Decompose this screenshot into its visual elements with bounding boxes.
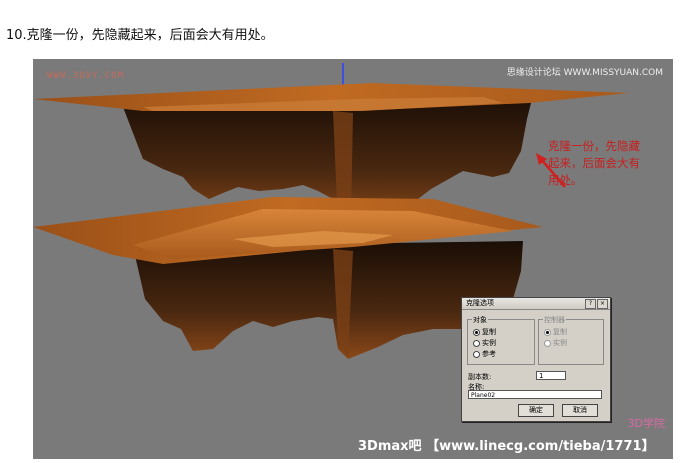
radio-button — [544, 328, 551, 336]
logo-watermark: 3D学院 — [627, 417, 665, 430]
close-button[interactable]: × — [597, 299, 608, 309]
3d-viewport[interactable]: WWW.3DXY.COM 思缘设计论坛 WWW.MISSYUAN.COM 克隆一… — [33, 59, 673, 459]
controller-group-label: 控制器 — [543, 315, 566, 325]
radio-instance[interactable]: 实例 — [473, 338, 496, 348]
cancel-button[interactable]: 取消 — [562, 404, 598, 417]
dialog-title-bar: 克隆选项 ? × — [462, 298, 610, 310]
radio-button — [544, 339, 551, 347]
ok-button[interactable]: 确定 — [518, 404, 554, 417]
dialog-title: 克隆选项 — [466, 299, 494, 307]
name-input[interactable]: Plane02 — [468, 390, 602, 399]
footer-watermark: 3Dmax吧 【www.linecg.com/tieba/1771】 — [358, 439, 655, 454]
help-button[interactable]: ? — [585, 299, 596, 309]
object-group: 对象 复制 实例 参考 — [467, 315, 535, 365]
radio-button[interactable] — [473, 339, 480, 347]
step-caption: 10.克隆一份，先隐藏起来，后面会大有用处。 — [6, 28, 274, 43]
watermark-left: WWW.3DXY.COM — [47, 71, 125, 81]
watermark-right: 思缘设计论坛 WWW.MISSYUAN.COM — [506, 68, 663, 78]
annotation-text: 克隆一份，先隐藏起来，后面会大有用处。 — [548, 139, 640, 187]
copies-label: 副本数: — [468, 373, 492, 381]
controller-group: 控制器 复制 实例 — [538, 315, 604, 365]
radio-button[interactable] — [473, 328, 480, 336]
radio-controller-copy: 复制 — [544, 327, 567, 337]
radio-button[interactable] — [473, 350, 480, 358]
copies-spinner[interactable]: 1 — [536, 371, 566, 380]
radio-copy[interactable]: 复制 — [473, 327, 496, 337]
clone-options-dialog: 克隆选项 ? × 对象 复制 实例 参考 控制器 复制 实例 副本数: 1 名称… — [461, 297, 611, 422]
object-group-label: 对象 — [472, 315, 488, 325]
radio-controller-instance: 实例 — [544, 338, 567, 348]
radio-reference[interactable]: 参考 — [473, 349, 496, 359]
